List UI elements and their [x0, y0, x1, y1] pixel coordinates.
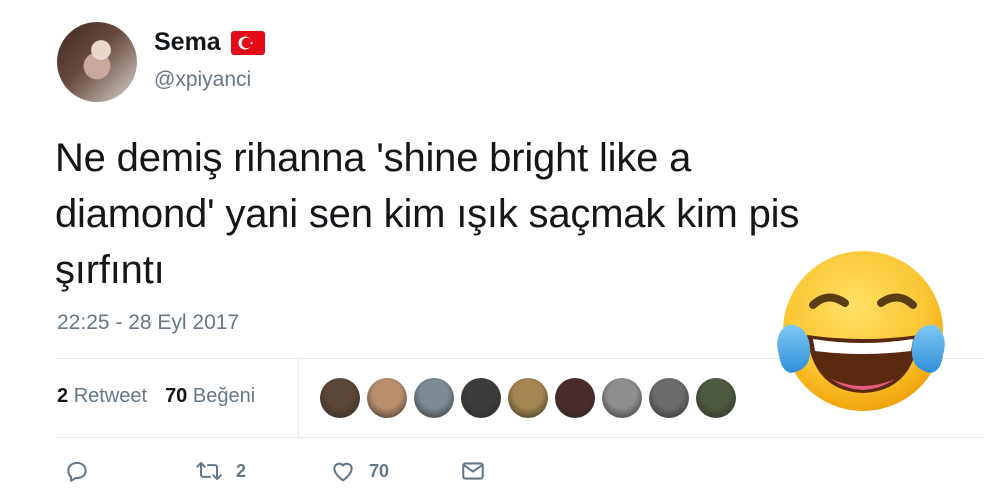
user-name-row: Sema — [154, 28, 265, 57]
reply-icon — [67, 461, 87, 482]
divider — [55, 437, 985, 438]
stats-divider — [298, 358, 299, 437]
liker-avatar-7[interactable] — [602, 378, 642, 418]
liker-avatar-4[interactable] — [461, 378, 501, 418]
like-count: 70 — [165, 385, 188, 407]
like-button[interactable]: 70 — [329, 458, 389, 484]
retweet-icon — [196, 461, 222, 481]
retweet-button[interactable]: 2 — [194, 458, 246, 484]
direct-message-button[interactable] — [459, 458, 487, 484]
reply-button[interactable] — [64, 458, 90, 484]
liker-avatar-9[interactable] — [696, 378, 736, 418]
envelope-icon — [462, 462, 484, 480]
tweet-text-line: diamond' yani sen kim ışık saçmak kim pi… — [55, 192, 800, 236]
retweet-label: Retweet — [73, 385, 148, 407]
liker-avatar-3[interactable] — [414, 378, 454, 418]
display-name[interactable]: Sema — [154, 28, 221, 57]
face-with-tears-of-joy-emoji — [777, 251, 945, 411]
user-avatar[interactable] — [57, 22, 137, 102]
tweet-actions: 2 70 — [0, 458, 996, 492]
user-handle[interactable]: @xpiyanci — [154, 68, 251, 92]
liker-avatar-1[interactable] — [320, 378, 360, 418]
retweet-stat[interactable]: 2 Retweet — [57, 385, 147, 408]
retweet-count: 2 — [57, 385, 69, 407]
liker-avatars — [320, 378, 736, 418]
like-label: Beğeni — [192, 385, 256, 407]
turkey-flag-icon — [230, 30, 265, 55]
tweet-stats: 2 Retweet 70 Beğeni — [57, 385, 255, 408]
tweet-timestamp[interactable]: 22:25 - 28 Eyl 2017 — [57, 311, 239, 335]
like-stat[interactable]: 70 Beğeni — [165, 385, 255, 408]
tweet-text-line: Ne demiş rihanna 'shine bright like a — [55, 136, 692, 180]
heart-icon — [333, 462, 353, 482]
liker-avatar-5[interactable] — [508, 378, 548, 418]
liker-avatar-2[interactable] — [367, 378, 407, 418]
retweet-action-count: 2 — [236, 460, 247, 481]
like-action-count: 70 — [369, 460, 390, 481]
liker-avatar-8[interactable] — [649, 378, 689, 418]
liker-avatar-6[interactable] — [555, 378, 595, 418]
